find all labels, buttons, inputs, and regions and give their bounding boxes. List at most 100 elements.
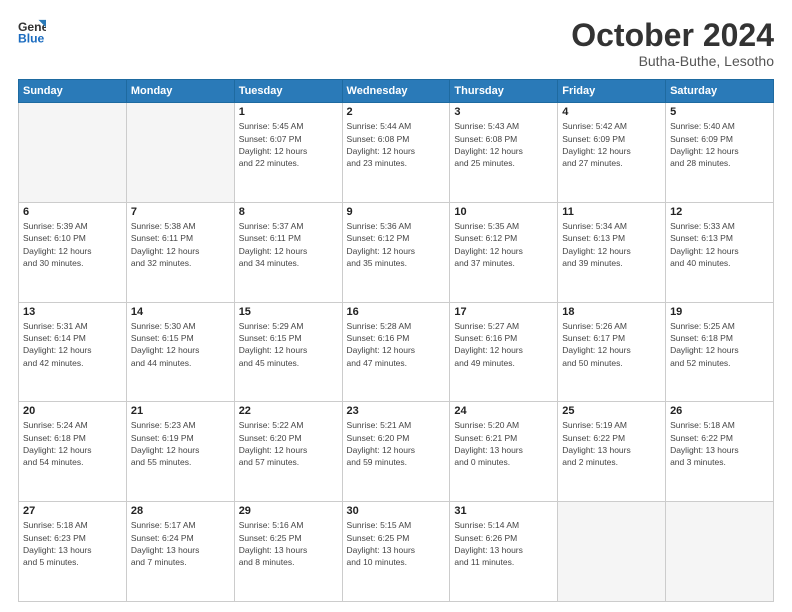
day-number: 13 [23, 306, 122, 318]
day-info: Sunrise: 5:17 AM Sunset: 6:24 PM Dayligh… [131, 519, 230, 568]
day-number: 9 [347, 206, 446, 218]
day-number: 2 [347, 106, 446, 118]
calendar-cell: 17Sunrise: 5:27 AM Sunset: 6:16 PM Dayli… [450, 302, 558, 402]
day-info: Sunrise: 5:31 AM Sunset: 6:14 PM Dayligh… [23, 320, 122, 369]
day-info: Sunrise: 5:45 AM Sunset: 6:07 PM Dayligh… [239, 120, 338, 169]
main-title: October 2024 [571, 18, 774, 53]
calendar-cell [558, 502, 666, 602]
calendar-cell: 18 Sunrise: 5:26 AM Sunset: 6:17 PM Dayli… [558, 302, 666, 402]
calendar-cell: 21 Sunrise: 5:23 AM Sunset: 6:19 PM Dayli… [126, 402, 234, 502]
weekday-header: Friday [558, 80, 666, 103]
calendar-cell: 1 Sunrise: 5:45 AM Sunset: 6:07 PM Daylig… [234, 103, 342, 203]
day-info: Sunrise: 5:34 AM Sunset: 6:13 PM Dayligh… [562, 220, 661, 269]
day-number: 31 [454, 505, 553, 517]
calendar-cell: 4 Sunrise: 5:42 AM Sunset: 6:09 PM Daylig… [558, 103, 666, 203]
calendar-cell: 5 Sunrise: 5:40 AM Sunset: 6:09 PM Daylig… [666, 103, 774, 203]
calendar-cell: 31 Sunrise: 5:14 AM Sunset: 6:26 PM Dayli… [450, 502, 558, 602]
weekday-header: Sunday [19, 80, 127, 103]
svg-text:Blue: Blue [18, 31, 45, 45]
calendar-cell: 10Sunrise: 5:35 AM Sunset: 6:12 PM Dayli… [450, 202, 558, 302]
day-info: Sunrise: 5:44 AM Sunset: 6:08 PM Dayligh… [347, 120, 446, 169]
calendar-cell: 3 Sunrise: 5:43 AM Sunset: 6:08 PM Daylig… [450, 103, 558, 203]
day-info: Sunrise: 5:18 AM Sunset: 6:22 PM Dayligh… [670, 419, 769, 468]
weekday-header: Saturday [666, 80, 774, 103]
calendar-cell: 26 Sunrise: 5:18 AM Sunset: 6:22 PM Dayli… [666, 402, 774, 502]
calendar-cell: 27Sunrise: 5:18 AM Sunset: 6:23 PM Dayli… [19, 502, 127, 602]
day-info: Sunrise: 5:25 AM Sunset: 6:18 PM Dayligh… [670, 320, 769, 369]
calendar-cell: 14 Sunrise: 5:30 AM Sunset: 6:15 PM Dayli… [126, 302, 234, 402]
calendar-cell: 28 Sunrise: 5:17 AM Sunset: 6:24 PM Dayli… [126, 502, 234, 602]
calendar-cell: 19 Sunrise: 5:25 AM Sunset: 6:18 PM Dayli… [666, 302, 774, 402]
day-number: 28 [131, 505, 230, 517]
calendar-cell: 16Sunrise: 5:28 AM Sunset: 6:16 PM Dayli… [342, 302, 450, 402]
logo-icon: General Blue [18, 18, 46, 46]
day-info: Sunrise: 5:33 AM Sunset: 6:13 PM Dayligh… [670, 220, 769, 269]
day-number: 23 [347, 405, 446, 417]
calendar-cell: 9 Sunrise: 5:36 AM Sunset: 6:12 PM Daylig… [342, 202, 450, 302]
day-info: Sunrise: 5:20 AM Sunset: 6:21 PM Dayligh… [454, 419, 553, 468]
day-number: 25 [562, 405, 661, 417]
day-number: 6 [23, 206, 122, 218]
day-number: 5 [670, 106, 769, 118]
day-number: 10 [454, 206, 553, 218]
calendar-cell: 29 Sunrise: 5:16 AM Sunset: 6:25 PM Dayli… [234, 502, 342, 602]
day-info: Sunrise: 5:43 AM Sunset: 6:08 PM Dayligh… [454, 120, 553, 169]
day-number: 12 [670, 206, 769, 218]
calendar-cell [19, 103, 127, 203]
day-info: Sunrise: 5:23 AM Sunset: 6:19 PM Dayligh… [131, 419, 230, 468]
day-info: Sunrise: 5:15 AM Sunset: 6:25 PM Dayligh… [347, 519, 446, 568]
day-number: 7 [131, 206, 230, 218]
day-number: 19 [670, 306, 769, 318]
day-number: 18 [562, 306, 661, 318]
day-number: 26 [670, 405, 769, 417]
logo: General Blue [18, 18, 46, 46]
day-info: Sunrise: 5:36 AM Sunset: 6:12 PM Dayligh… [347, 220, 446, 269]
day-info: Sunrise: 5:19 AM Sunset: 6:22 PM Dayligh… [562, 419, 661, 468]
day-number: 11 [562, 206, 661, 218]
day-number: 4 [562, 106, 661, 118]
calendar-cell [126, 103, 234, 203]
day-number: 3 [454, 106, 553, 118]
day-info: Sunrise: 5:16 AM Sunset: 6:25 PM Dayligh… [239, 519, 338, 568]
day-info: Sunrise: 5:27 AM Sunset: 6:16 PM Dayligh… [454, 320, 553, 369]
weekday-header: Tuesday [234, 80, 342, 103]
calendar-cell: 2 Sunrise: 5:44 AM Sunset: 6:08 PM Daylig… [342, 103, 450, 203]
day-info: Sunrise: 5:30 AM Sunset: 6:15 PM Dayligh… [131, 320, 230, 369]
day-number: 16 [347, 306, 446, 318]
calendar-cell: 15Sunrise: 5:29 AM Sunset: 6:15 PM Dayli… [234, 302, 342, 402]
calendar-cell: 8Sunrise: 5:37 AM Sunset: 6:11 PM Daylig… [234, 202, 342, 302]
day-number: 29 [239, 505, 338, 517]
day-number: 21 [131, 405, 230, 417]
day-info: Sunrise: 5:29 AM Sunset: 6:15 PM Dayligh… [239, 320, 338, 369]
day-number: 14 [131, 306, 230, 318]
day-info: Sunrise: 5:22 AM Sunset: 6:20 PM Dayligh… [239, 419, 338, 468]
day-info: Sunrise: 5:37 AM Sunset: 6:11 PM Dayligh… [239, 220, 338, 269]
weekday-header: Wednesday [342, 80, 450, 103]
day-info: Sunrise: 5:14 AM Sunset: 6:26 PM Dayligh… [454, 519, 553, 568]
day-info: Sunrise: 5:39 AM Sunset: 6:10 PM Dayligh… [23, 220, 122, 269]
day-info: Sunrise: 5:42 AM Sunset: 6:09 PM Dayligh… [562, 120, 661, 169]
calendar-cell: 20Sunrise: 5:24 AM Sunset: 6:18 PM Dayli… [19, 402, 127, 502]
calendar-cell: 7Sunrise: 5:38 AM Sunset: 6:11 PM Daylig… [126, 202, 234, 302]
calendar-cell: 11 Sunrise: 5:34 AM Sunset: 6:13 PM Dayli… [558, 202, 666, 302]
calendar-cell: 30 Sunrise: 5:15 AM Sunset: 6:25 PM Dayli… [342, 502, 450, 602]
calendar-cell: 23Sunrise: 5:21 AM Sunset: 6:20 PM Dayli… [342, 402, 450, 502]
day-number: 1 [239, 106, 338, 118]
day-info: Sunrise: 5:26 AM Sunset: 6:17 PM Dayligh… [562, 320, 661, 369]
calendar-cell: 12 Sunrise: 5:33 AM Sunset: 6:13 PM Dayli… [666, 202, 774, 302]
header: General Blue October 2024 Butha-Buthe, L… [18, 18, 774, 69]
weekday-header: Thursday [450, 80, 558, 103]
title-block: October 2024 Butha-Buthe, Lesotho [571, 18, 774, 69]
weekday-header: Monday [126, 80, 234, 103]
calendar-table: SundayMondayTuesdayWednesdayThursdayFrid… [18, 79, 774, 602]
calendar-cell: 13 Sunrise: 5:31 AM Sunset: 6:14 PM Dayli… [19, 302, 127, 402]
page: General Blue October 2024 Butha-Buthe, L… [0, 0, 792, 612]
day-info: Sunrise: 5:18 AM Sunset: 6:23 PM Dayligh… [23, 519, 122, 568]
day-number: 30 [347, 505, 446, 517]
day-number: 22 [239, 405, 338, 417]
calendar-cell: 22 Sunrise: 5:22 AM Sunset: 6:20 PM Dayli… [234, 402, 342, 502]
subtitle: Butha-Buthe, Lesotho [571, 53, 774, 69]
calendar-cell: 24 Sunrise: 5:20 AM Sunset: 6:21 PM Dayli… [450, 402, 558, 502]
day-number: 24 [454, 405, 553, 417]
day-info: Sunrise: 5:40 AM Sunset: 6:09 PM Dayligh… [670, 120, 769, 169]
